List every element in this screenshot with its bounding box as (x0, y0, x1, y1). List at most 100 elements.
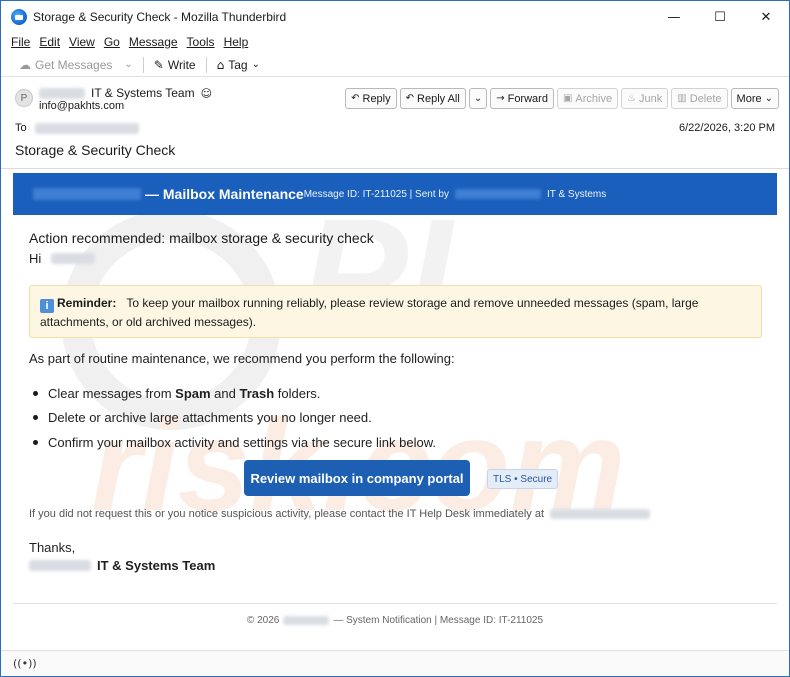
archive-button[interactable]: ▣ Archive (556, 88, 619, 109)
redacted-company (283, 616, 330, 625)
reply-icon: ↶ (351, 93, 360, 104)
to-row: To (15, 122, 139, 134)
info-icon: i (40, 299, 54, 313)
get-messages-label: Get Messages (35, 57, 113, 72)
minimize-button[interactable]: — (651, 1, 697, 33)
bullet-icon (33, 415, 38, 421)
header-buttons: ↶ Reply ↶ Reply All ⌄ → Forward ▣ Archiv… (342, 88, 779, 109)
chevron-down-icon: ⌄ (124, 59, 133, 70)
greeting-line: Hi (29, 251, 769, 266)
main-toolbar: ☁ Get Messages ⌄ ✎ Write ⌂ Tag ⌄ (1, 53, 789, 77)
more-button[interactable]: More ⌄ (730, 88, 779, 109)
reminder-box: i Reminder: To keep your mailbox running … (29, 285, 762, 338)
redacted-recipient (34, 122, 139, 134)
reminder-label: Reminder: (57, 296, 117, 310)
menu-file[interactable]: File (11, 35, 30, 49)
chevron-down-icon: ⌄ (764, 93, 773, 104)
menu-go-label: Go (103, 35, 120, 49)
menu-bar: File Edit View Go Message Tools Help (1, 33, 789, 51)
menu-tools[interactable]: Tools (187, 35, 215, 49)
toolbar-divider (142, 56, 144, 73)
from-email[interactable]: info@pakhts.com (39, 100, 124, 112)
signature-team: IT & Systems Team (97, 558, 216, 573)
flame-icon: ♨ (627, 93, 637, 104)
chevron-down-icon: ⌄ (251, 59, 260, 70)
security-note-text: If you did not request this or you notic… (29, 508, 545, 520)
redacted-contact (550, 509, 651, 519)
reminder-text: To keep your mailbox running reliably, p… (40, 296, 699, 329)
email-banner: — Mailbox Maintenance Message ID: IT-211… (13, 173, 777, 215)
redacted-name (51, 253, 96, 264)
add-contact-icon[interactable]: ☺ (201, 87, 212, 100)
cloud-download-icon: ☁ (19, 57, 31, 72)
reply-button[interactable]: ↶ Reply (345, 88, 397, 109)
bullet-text-part: and (210, 385, 240, 401)
tag-button[interactable]: ⌂ Tag ⌄ (213, 54, 264, 76)
thunderbird-logo-icon (11, 9, 27, 25)
forward-label: Forward (507, 92, 548, 105)
tag-label: Tag (228, 57, 248, 72)
more-label: More (736, 92, 762, 105)
message-body: PL risk.com — Mailbox Maintenance Messag… (1, 170, 789, 650)
reply-all-dropdown[interactable]: ⌄ (468, 88, 488, 109)
bullet-text-part: Clear messages from (48, 385, 176, 401)
menu-view[interactable]: View (69, 35, 95, 49)
get-messages-dropdown[interactable]: ⌄ (116, 54, 136, 76)
close-button[interactable]: ✕ (743, 1, 789, 33)
list-item: Clear messages from Spam and Trash folde… (29, 381, 436, 406)
list-item: Confirm your mailbox activity and settin… (29, 430, 436, 455)
archive-icon: ▣ (562, 93, 573, 104)
bullet-text-part: folders. (274, 385, 321, 401)
sender-avatar: P (15, 89, 33, 107)
junk-button[interactable]: ♨ Junk (621, 88, 669, 109)
tag-icon: ⌂ (216, 57, 225, 72)
redacted-sender (454, 189, 541, 199)
redacted-text (39, 87, 85, 99)
window-title: Storage & Security Check - Mozilla Thund… (33, 10, 287, 24)
delete-label: Delete (689, 92, 722, 105)
footer-divider (13, 603, 777, 604)
menu-file-label: File (11, 35, 31, 49)
message-header: P IT & Systems Team ☺ info@pakhts.com ↶ … (1, 81, 789, 169)
get-messages-button[interactable]: ☁ Get Messages (15, 54, 116, 76)
bullet-text: Confirm your mailbox activity and settin… (48, 434, 437, 450)
menu-message[interactable]: Message (129, 35, 178, 49)
reply-all-button[interactable]: ↶ Reply All (399, 88, 466, 109)
chevron-down-icon: ⌄ (473, 93, 483, 104)
intro-text: As part of routine maintenance, we recom… (29, 351, 455, 366)
bullet-icon (33, 390, 38, 396)
banner-team: IT & Systems (546, 188, 607, 200)
menu-edit[interactable]: Edit (39, 35, 60, 49)
review-mailbox-button[interactable]: Review mailbox in company portal (244, 460, 470, 496)
greeting-block: Action recommended: mailbox storage & se… (29, 230, 769, 266)
redacted-signer (29, 560, 91, 571)
security-note: If you did not request this or you notic… (29, 508, 651, 520)
online-status-icon[interactable]: ((•)) (13, 657, 37, 670)
pencil-icon: ✎ (153, 57, 164, 72)
menu-view-label: View (69, 35, 95, 49)
archive-label: Archive (575, 92, 613, 105)
reply-all-label: Reply All (417, 92, 460, 105)
menu-help-label: Help (223, 35, 249, 49)
from-row[interactable]: IT & Systems Team ☺ (39, 86, 212, 100)
menu-help[interactable]: Help (224, 35, 249, 49)
bullet-text: Delete or archive large attachments you … (48, 410, 372, 426)
from-name: IT & Systems Team (91, 86, 195, 100)
menu-message-label: Message (128, 35, 178, 49)
delete-button[interactable]: ▥ Delete (671, 88, 728, 109)
title-bar: Storage & Security Check - Mozilla Thund… (1, 1, 789, 33)
banner-meta: Message ID: IT-211025 | Sent by (303, 188, 449, 200)
signature: IT & Systems Team (29, 558, 215, 573)
thunderbird-window: Storage & Security Check - Mozilla Thund… (0, 0, 790, 677)
menu-tools-label: Tools (186, 35, 215, 49)
list-item: Delete or archive large attachments you … (29, 406, 436, 431)
action-list: Clear messages from Spam and Trash folde… (29, 381, 436, 455)
maximize-button[interactable]: ☐ (697, 1, 743, 33)
trash-word: Trash (239, 385, 275, 401)
message-subject: Storage & Security Check (15, 142, 176, 158)
write-button[interactable]: ✎ Write (150, 54, 200, 76)
forward-button[interactable]: → Forward (490, 88, 554, 109)
menu-go[interactable]: Go (104, 35, 120, 49)
junk-label: Junk (639, 92, 663, 105)
trash-icon: ▥ (677, 93, 687, 104)
